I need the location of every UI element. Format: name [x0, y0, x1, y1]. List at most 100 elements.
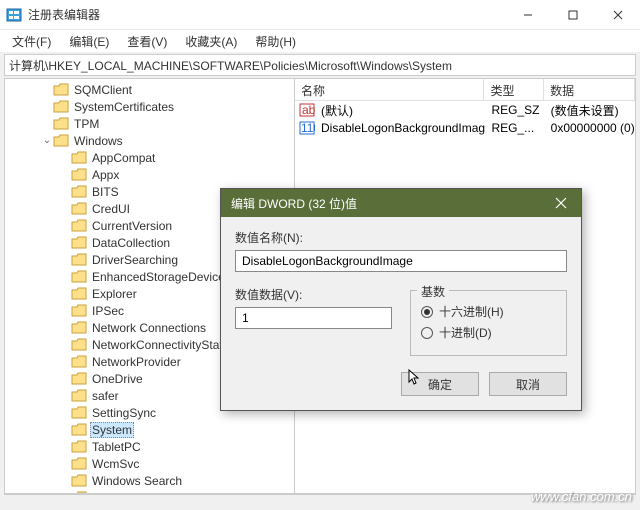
- folder-icon: [71, 389, 87, 403]
- tree-node-label: Explorer: [90, 287, 139, 301]
- menu-file[interactable]: 文件(F): [4, 31, 59, 52]
- menu-help[interactable]: 帮助(H): [247, 31, 304, 52]
- col-name[interactable]: 名称: [295, 79, 484, 100]
- value-type: REG_...: [485, 121, 544, 135]
- tree-node-label: TPM: [72, 117, 101, 131]
- folder-icon: [71, 355, 87, 369]
- tree-node[interactable]: WorkplaceJoin: [5, 489, 294, 493]
- col-type[interactable]: 类型: [484, 79, 544, 100]
- tree-node[interactable]: WcmSvc: [5, 455, 294, 472]
- folder-icon: [71, 287, 87, 301]
- folder-icon: [53, 83, 69, 97]
- cancel-button[interactable]: 取消: [489, 372, 567, 396]
- value-name: (默认): [315, 102, 485, 119]
- tree-node-label: Windows Search: [90, 474, 184, 488]
- folder-icon: [71, 406, 87, 420]
- tree-node-label: System: [90, 422, 134, 438]
- cancel-label: 取消: [516, 376, 540, 393]
- maximize-button[interactable]: [550, 0, 595, 29]
- tree-node-label: OneDrive: [90, 372, 145, 386]
- tree-node-label: WcmSvc: [90, 457, 141, 471]
- tree-node-label: WorkplaceJoin: [90, 491, 172, 494]
- menu-favorites[interactable]: 收藏夹(A): [177, 31, 245, 52]
- base-groupbox: 基数 十六进制(H) 十进制(D): [410, 290, 567, 356]
- ok-button[interactable]: 确定: [401, 372, 479, 396]
- minimize-button[interactable]: [505, 0, 550, 29]
- tree-node-label: NetworkProvider: [90, 355, 183, 369]
- tree-node[interactable]: AppCompat: [5, 149, 294, 166]
- tree-node-label: Appx: [90, 168, 121, 182]
- radio-hex[interactable]: 十六进制(H): [421, 303, 556, 320]
- base-legend: 基数: [417, 283, 449, 300]
- folder-icon: [71, 304, 87, 318]
- folder-icon: [71, 440, 87, 454]
- tree-node-label: Network Connections: [90, 321, 208, 335]
- list-header: 名称 类型 数据: [295, 79, 635, 101]
- tree-node-label: DataCollection: [90, 236, 172, 250]
- window-title: 注册表编辑器: [28, 6, 505, 23]
- tree-node-label: SystemCertificates: [72, 100, 176, 114]
- value-data-input[interactable]: [235, 307, 392, 329]
- tree-node[interactable]: Appx: [5, 166, 294, 183]
- radio-dec-dot: [421, 327, 433, 339]
- value-data: (数值未设置): [545, 102, 635, 119]
- ok-label: 确定: [428, 376, 452, 393]
- folder-icon: [71, 219, 87, 233]
- folder-icon: [71, 372, 87, 386]
- tree-toggle-icon[interactable]: ⌄: [41, 135, 53, 146]
- value-icon: ab: [299, 102, 315, 118]
- list-row[interactable]: 110DisableLogonBackgroundImageREG_...0x0…: [295, 119, 635, 137]
- radio-hex-label: 十六进制(H): [439, 303, 504, 320]
- col-data[interactable]: 数据: [544, 79, 635, 100]
- svg-text:ab: ab: [302, 103, 315, 117]
- value-data-label: 数值数据(V):: [235, 286, 392, 303]
- watermark: www.cfan.com.cn: [531, 489, 632, 504]
- tree-node[interactable]: TabletPC: [5, 438, 294, 455]
- tree-node-label: DriverSearching: [90, 253, 180, 267]
- folder-icon: [71, 270, 87, 284]
- folder-icon: [71, 185, 87, 199]
- menu-view[interactable]: 查看(V): [119, 31, 175, 52]
- regedit-icon: [6, 7, 22, 23]
- folder-icon: [71, 321, 87, 335]
- folder-icon: [71, 236, 87, 250]
- menubar: 文件(F) 编辑(E) 查看(V) 收藏夹(A) 帮助(H): [0, 30, 640, 52]
- address-bar[interactable]: 计算机\HKEY_LOCAL_MACHINE\SOFTWARE\Policies…: [4, 54, 636, 76]
- folder-icon: [71, 457, 87, 471]
- tree-node[interactable]: Windows Search: [5, 472, 294, 489]
- tree-node[interactable]: SystemCertificates: [5, 98, 294, 115]
- svg-text:110: 110: [301, 121, 315, 135]
- radio-dec[interactable]: 十进制(D): [421, 324, 556, 341]
- tree-node-label: TabletPC: [90, 440, 143, 454]
- folder-icon: [71, 202, 87, 216]
- titlebar: 注册表编辑器: [0, 0, 640, 30]
- tree-node-label: AppCompat: [90, 151, 157, 165]
- dialog-titlebar[interactable]: 编辑 DWORD (32 位)值: [221, 189, 581, 217]
- menu-edit[interactable]: 编辑(E): [61, 31, 117, 52]
- folder-icon: [53, 100, 69, 114]
- dialog-close-button[interactable]: [541, 189, 581, 217]
- tree-node[interactable]: ⌄ Windows: [5, 132, 294, 149]
- value-name: DisableLogonBackgroundImage: [315, 121, 485, 135]
- value-data: 0x00000000 (0): [545, 121, 635, 135]
- radio-hex-dot: [421, 306, 433, 318]
- close-button[interactable]: [595, 0, 640, 29]
- tree-node-label: SQMClient: [72, 83, 134, 97]
- cursor-icon: [408, 369, 422, 387]
- tree-node-label: CredUI: [90, 202, 132, 216]
- folder-icon: [53, 117, 69, 131]
- tree-node-label: CurrentVersion: [90, 219, 174, 233]
- value-icon: 110: [299, 120, 315, 136]
- tree-node-label: EnhancedStorageDevices: [90, 270, 233, 284]
- tree-node[interactable]: System: [5, 421, 294, 438]
- radio-dec-label: 十进制(D): [439, 324, 492, 341]
- value-type: REG_SZ: [485, 103, 544, 117]
- folder-icon: [71, 474, 87, 488]
- tree-node[interactable]: SQMClient: [5, 81, 294, 98]
- tree-node-label: safer: [90, 389, 121, 403]
- list-row[interactable]: ab(默认)REG_SZ(数值未设置): [295, 101, 635, 119]
- tree-node-label: Windows: [72, 134, 125, 148]
- value-name-input[interactable]: [235, 250, 567, 272]
- address-text: 计算机\HKEY_LOCAL_MACHINE\SOFTWARE\Policies…: [9, 57, 452, 74]
- tree-node[interactable]: TPM: [5, 115, 294, 132]
